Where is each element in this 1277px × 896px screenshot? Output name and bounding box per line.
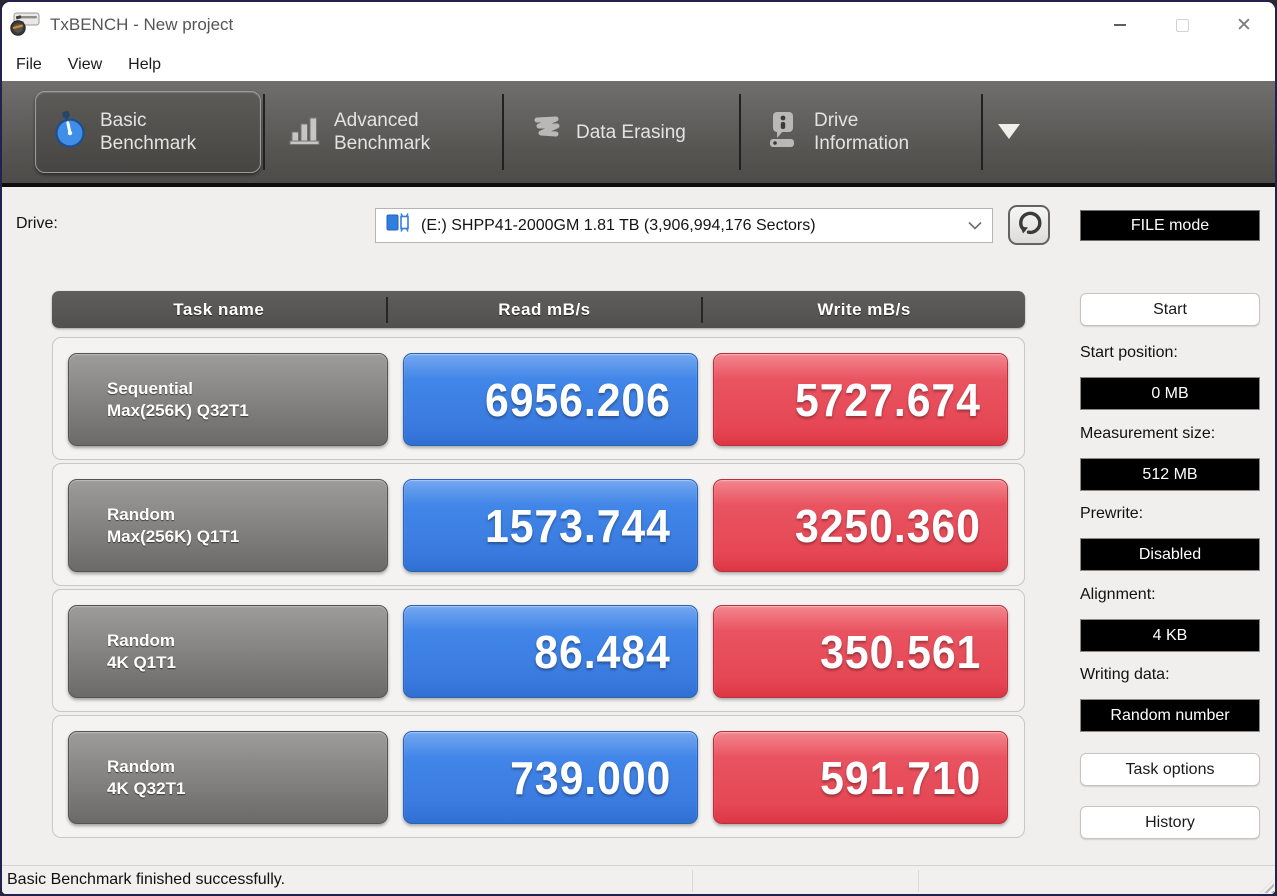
writing-data-label: Writing data: [1080,666,1170,683]
tab-drive-information-label: Drive Information [814,110,910,154]
task-button-sequential-max256k-q32t1[interactable]: Sequential Max(256K) Q32T1 [68,353,388,446]
minimize-button[interactable] [1089,2,1151,48]
tab-basic-benchmark[interactable]: Basic Benchmark [35,91,261,173]
task-button-random-max256k-q1t1[interactable]: Random Max(256K) Q1T1 [68,479,388,572]
start-button[interactable]: Start [1080,293,1260,326]
window-controls: ✕ [1089,2,1275,48]
read-value-button[interactable]: 739.000 [403,731,698,824]
measurement-size-value[interactable]: 512 MB [1080,458,1260,491]
start-position-label: Start position: [1080,344,1178,361]
menu-view[interactable]: View [68,56,102,74]
status-message: Basic Benchmark finished successfully. [7,871,286,888]
status-bar: Basic Benchmark finished successfully. [2,865,1275,894]
tab-data-erasing-label: Data Erasing [576,121,686,143]
table-row: Random 4K Q1T1 86.484 350.561 [52,589,1025,712]
task-button-random-4k-q1t1[interactable]: Random 4K Q1T1 [68,605,388,698]
tab-overflow-button[interactable] [998,124,1024,161]
prewrite-label: Prewrite: [1080,505,1144,522]
menu-file[interactable]: File [16,56,42,74]
task-options-button[interactable]: Task options [1080,753,1260,786]
writing-data-value[interactable]: Random number [1080,699,1260,732]
measurement-size-label: Measurement size: [1080,425,1216,442]
task-button-random-4k-q32t1[interactable]: Random 4K Q32T1 [68,731,388,824]
header-read: Read mB/s [498,299,591,319]
drive-label: Drive: [16,215,58,232]
table-row: Sequential Max(256K) Q32T1 6956.206 5727… [52,337,1025,460]
write-value-button[interactable]: 5727.674 [713,353,1008,446]
status-separator [918,870,919,892]
write-value-button[interactable]: 591.710 [713,731,1008,824]
tab-basic-benchmark-label: Basic Benchmark [100,110,197,154]
alignment-value[interactable]: 4 KB [1080,619,1260,652]
tab-advanced-benchmark[interactable]: Advanced Benchmark [272,91,494,173]
close-button[interactable]: ✕ [1213,2,1275,48]
read-value-button[interactable]: 86.484 [403,605,698,698]
start-position-value[interactable]: 0 MB [1080,377,1260,410]
window-title: TxBENCH - New project [50,15,234,34]
close-icon: ✕ [1236,14,1252,36]
status-separator [692,870,693,892]
maximize-icon [1175,18,1189,32]
history-button[interactable]: History [1080,806,1260,839]
app-window: TxBENCH - New project ✕ File View Help B… [0,0,1277,896]
drive-info-icon [766,110,802,155]
table-row: Random Max(256K) Q1T1 1573.744 3250.360 [52,463,1025,586]
file-mode-button[interactable]: FILE mode [1080,210,1260,241]
scribble-icon [530,113,564,152]
tab-separator [981,94,983,170]
header-write: Write mB/s [817,299,911,319]
refresh-icon [1016,209,1043,241]
tab-separator [739,94,741,170]
bar-chart-icon [288,112,322,153]
menu-help[interactable]: Help [128,56,161,74]
title-bar: TxBENCH - New project ✕ [2,2,1275,48]
maximize-button[interactable] [1151,2,1213,48]
alignment-label: Alignment: [1080,586,1156,603]
read-value-button[interactable]: 1573.744 [403,479,698,572]
tab-drive-information[interactable]: Drive Information [750,91,974,173]
tab-bar: Basic Benchmark Advanced Benchmark Data … [2,81,1275,187]
header-task-name: Task name [173,299,265,319]
results-table-header: Task name Read mB/s Write mB/s [52,291,1025,328]
write-value-button[interactable]: 3250.360 [713,479,1008,572]
prewrite-value[interactable]: Disabled [1080,538,1260,571]
chevron-down-icon [998,124,1020,156]
tab-data-erasing[interactable]: Data Erasing [514,91,730,173]
tab-separator [263,94,265,170]
menu-bar: File View Help [2,48,1275,81]
minimize-icon [1114,24,1126,26]
drive-select-value: (E:) SHPP41-2000GM 1.81 TB (3,906,994,17… [421,216,816,234]
read-value-button[interactable]: 6956.206 [403,353,698,446]
table-row: Random 4K Q32T1 739.000 591.710 [52,715,1025,838]
tab-advanced-benchmark-label: Advanced Benchmark [334,110,431,154]
drive-icon [386,212,412,239]
write-value-button[interactable]: 350.561 [713,605,1008,698]
tab-separator [502,94,504,170]
app-logo-icon [10,11,40,42]
drive-select[interactable]: (E:) SHPP41-2000GM 1.81 TB (3,906,994,17… [375,208,993,243]
chevron-down-icon [968,217,982,235]
resize-grip[interactable] [1260,879,1274,893]
refresh-drives-button[interactable] [1008,205,1050,245]
stopwatch-icon [52,109,88,156]
